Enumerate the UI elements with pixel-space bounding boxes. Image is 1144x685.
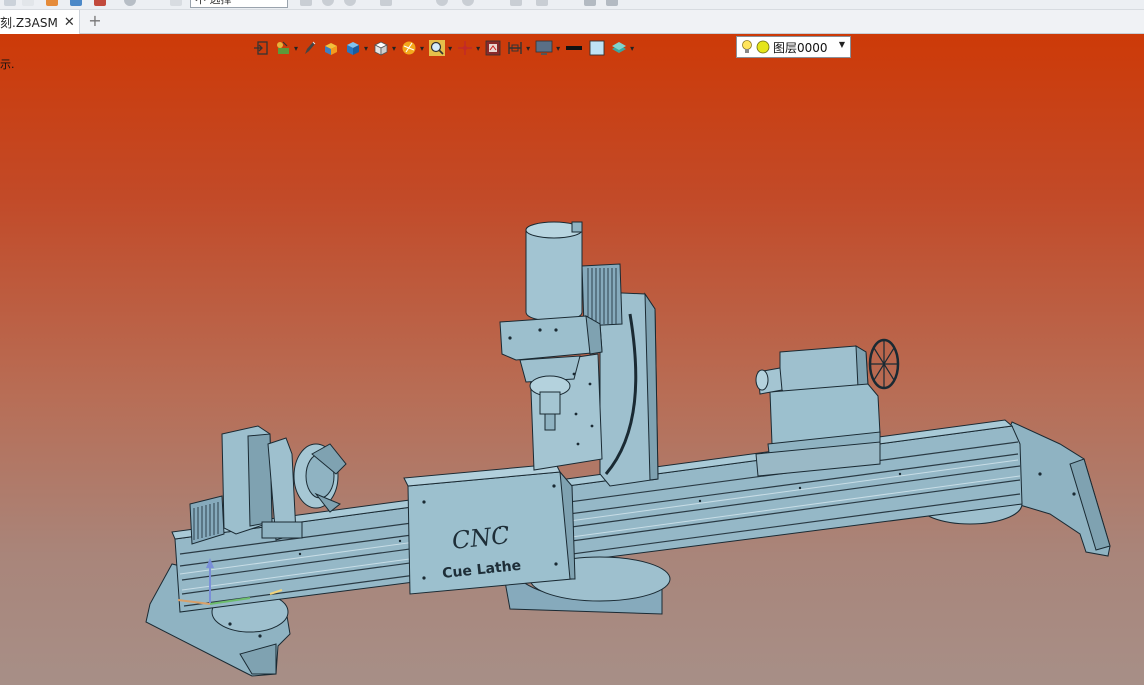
tab-document[interactable]: 刻.Z3ASM ✕: [0, 10, 80, 34]
toolbar-icon[interactable]: [436, 0, 448, 6]
tab-label: 刻.Z3ASM: [0, 15, 58, 30]
close-icon[interactable]: ✕: [64, 16, 75, 29]
toolbar-icon[interactable]: [584, 0, 596, 6]
toolbar-icon[interactable]: [606, 0, 618, 6]
toolbar-icon[interactable]: [380, 0, 392, 6]
3d-viewport[interactable]: 示. ▾ ▾ ▾ ▾ ▾ ▾ ▾ ▾ ▾ 图层0000 ▼ CNC Cue La…: [0, 34, 1144, 685]
toolbar-icon[interactable]: [510, 0, 522, 6]
toolbar-icon[interactable]: [170, 0, 182, 6]
top-toolbar-strip: 不 选择: [0, 0, 1144, 10]
toolbar-icon[interactable]: [344, 0, 356, 6]
toolbar-icon[interactable]: [536, 0, 548, 6]
toolbar-icon[interactable]: [124, 0, 136, 6]
toolbar-icon[interactable]: [462, 0, 474, 6]
selection-filter-combo[interactable]: 不 选择: [190, 0, 288, 8]
toolbar-icon[interactable]: [4, 0, 16, 6]
toolbar-icon[interactable]: [46, 0, 58, 6]
toolbar-icon[interactable]: [70, 0, 82, 6]
toolbar-icon[interactable]: [322, 0, 334, 6]
add-tab-button[interactable]: +: [86, 12, 104, 32]
document-tab-bar: 刻.Z3ASM ✕ +: [0, 10, 1144, 34]
toolbar-icon[interactable]: [300, 0, 312, 6]
toolbar-icon[interactable]: [94, 0, 106, 6]
cnc-lathe-model[interactable]: CNC Cue Lathe: [0, 34, 1144, 685]
toolbar-icon[interactable]: [22, 0, 34, 6]
